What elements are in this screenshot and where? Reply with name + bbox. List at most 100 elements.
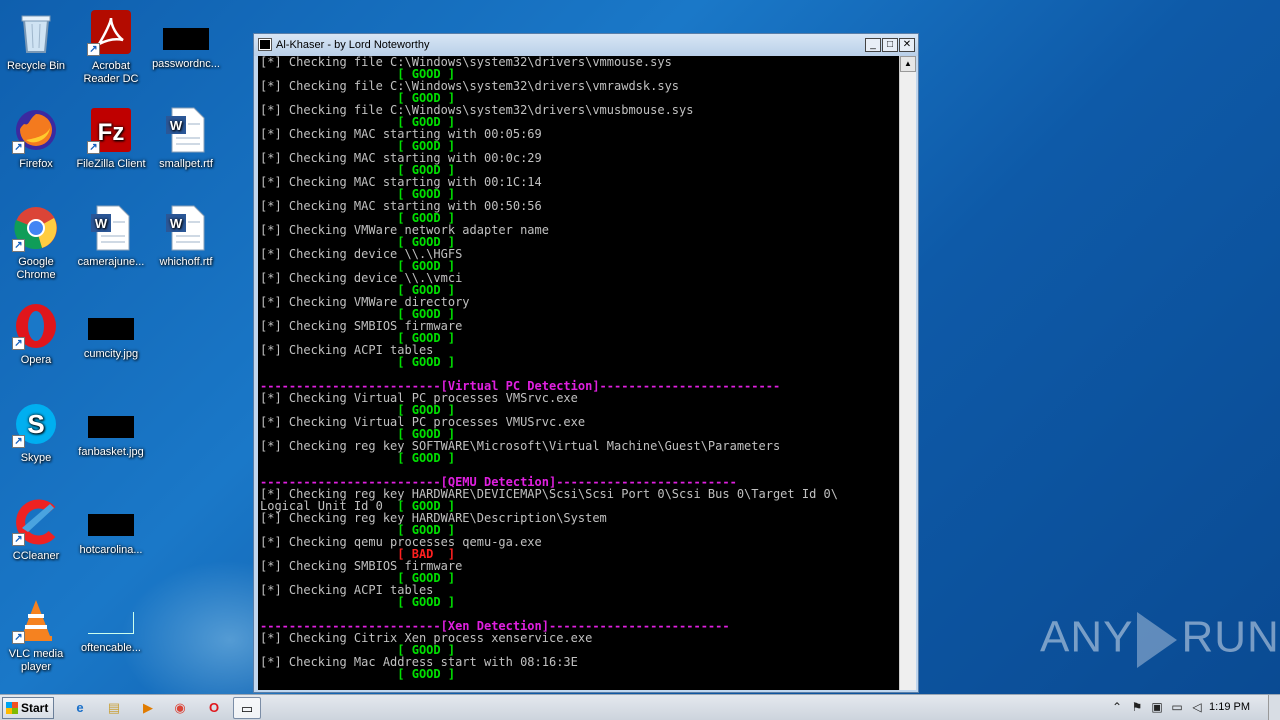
redacted-file-icon	[88, 318, 134, 340]
blank-file-icon	[88, 612, 134, 634]
taskbar-explorer-icon[interactable]: ▤	[100, 697, 128, 719]
chrome-icon: ↗	[12, 204, 60, 252]
taskbar: Start e ▤ ▶ ◉ O ▭ ⌃ ⚑ ▣ ▭ ◁ 1:19 PM	[0, 694, 1280, 720]
start-button[interactable]: Start	[2, 697, 54, 719]
volume-icon[interactable]: ◁	[1190, 700, 1204, 714]
word-doc-icon: W	[162, 106, 210, 154]
desktop-icon-acrobat[interactable]: ↗ Acrobat Reader DC	[73, 8, 149, 86]
vlc-icon: ↗	[12, 596, 60, 644]
shortcut-arrow-icon: ↗	[12, 337, 25, 350]
play-logo-icon	[1137, 612, 1178, 668]
desktop-icon-whichoff[interactable]: W whichoff.rtf	[148, 204, 224, 269]
recycle-bin-icon	[12, 8, 60, 56]
taskbar-opera-icon[interactable]: O	[200, 697, 228, 719]
desktop-icon-hotcarolina[interactable]: hotcarolina...	[73, 498, 149, 557]
desktop-icon-label: Google Chrome	[16, 256, 56, 281]
taskbar-chrome-icon[interactable]: ◉	[166, 697, 194, 719]
taskbar-media-player-icon[interactable]: ▶	[134, 697, 162, 719]
watermark-right: RUN	[1181, 612, 1280, 662]
windows-logo-icon	[6, 702, 18, 714]
desktop-icon-label: cumcity.jpg	[83, 348, 139, 360]
redacted-file-icon	[88, 514, 134, 536]
status-good: [ GOOD ]	[260, 667, 456, 681]
opera-icon: ↗	[12, 302, 60, 350]
desktop-icon-label: hotcarolina...	[79, 544, 143, 556]
ccleaner-icon: ↗	[12, 498, 60, 546]
desktop-icon-label: CCleaner	[12, 550, 60, 562]
filezilla-icon: Fz ↗	[87, 106, 135, 154]
status-good: [ GOOD ]	[260, 595, 456, 609]
taskbar-console-icon[interactable]: ▭	[233, 697, 261, 719]
scroll-up-arrow-icon[interactable]: ▲	[900, 56, 916, 72]
shortcut-arrow-icon: ↗	[12, 141, 25, 154]
desktop-icon-label: Acrobat Reader DC	[83, 60, 139, 85]
desktop-icon-label: FileZilla Client	[76, 158, 146, 170]
word-doc-icon: W	[87, 204, 135, 252]
window-title: Al-Khaser - by Lord Noteworthy	[276, 39, 430, 51]
taskbar-clock[interactable]: 1:19 PM	[1209, 701, 1250, 713]
desktop-icon-label: camerajune...	[77, 256, 145, 268]
desktop-icon-ccleaner[interactable]: ↗ CCleaner	[0, 498, 74, 563]
shortcut-arrow-icon: ↗	[12, 533, 25, 546]
minimize-button[interactable]: _	[865, 38, 881, 52]
desktop-icon-label: Skype	[20, 452, 52, 464]
anyrun-watermark: ANY RUN	[1040, 612, 1280, 668]
redacted-file-icon	[88, 416, 134, 438]
close-button[interactable]: ✕	[899, 38, 915, 52]
show-desktop-button[interactable]	[1268, 695, 1280, 720]
svg-text:W: W	[95, 216, 108, 231]
desktop-icon-skype[interactable]: S ↗ Skype	[0, 400, 74, 465]
desktop-icon-label: Firefox	[19, 158, 53, 170]
shortcut-arrow-icon: ↗	[12, 239, 25, 252]
desktop-icon-recycle-bin[interactable]: Recycle Bin	[0, 8, 74, 73]
desktop-icon-fanbasket[interactable]: fanbasket.jpg	[73, 400, 149, 459]
desktop-icon-label: passwordnc...	[152, 58, 220, 70]
firefox-icon: ↗	[12, 106, 60, 154]
maximize-button[interactable]: □	[882, 38, 898, 52]
desktop-icon-firefox[interactable]: ↗ Firefox	[0, 106, 74, 171]
skype-icon: S ↗	[12, 400, 60, 448]
console-output[interactable]: [*] Checking file C:\Windows\system32\dr…	[258, 56, 899, 690]
tray-expand-icon[interactable]: ⌃	[1110, 700, 1124, 714]
desktop-icon-vlc[interactable]: ↗ VLC media player	[0, 596, 74, 674]
action-center-flag-icon[interactable]: ⚑	[1130, 700, 1144, 714]
desktop-icon-filezilla[interactable]: Fz ↗ FileZilla Client	[73, 106, 149, 171]
network-icon[interactable]: ▣	[1150, 700, 1164, 714]
shortcut-arrow-icon: ↗	[87, 43, 100, 56]
display-icon[interactable]: ▭	[1170, 700, 1184, 714]
desktop-icon-label: oftencable...	[81, 642, 141, 654]
svg-text:W: W	[170, 118, 183, 133]
svg-text:W: W	[170, 216, 183, 231]
window-titlebar[interactable]: Al-Khaser - by Lord Noteworthy _ □ ✕	[254, 34, 918, 56]
status-good: [ GOOD ]	[260, 355, 456, 369]
redacted-file-icon	[163, 28, 209, 50]
desktop-icon-passwordnc[interactable]: passwordnc...	[148, 8, 224, 71]
shortcut-arrow-icon: ↗	[12, 435, 25, 448]
svg-text:Fz: Fz	[98, 119, 125, 146]
desktop-icon-opera[interactable]: ↗ Opera	[0, 302, 74, 367]
acrobat-icon: ↗	[87, 8, 135, 56]
console-scrollbar[interactable]: ▲	[899, 56, 916, 690]
start-label: Start	[21, 701, 49, 715]
console-window[interactable]: Al-Khaser - by Lord Noteworthy _ □ ✕ [*]…	[253, 33, 919, 693]
desktop-icon-label: VLC media player	[8, 648, 64, 673]
status-good: [ GOOD ]	[260, 451, 456, 465]
desktop-icon-smallpet[interactable]: W smallpet.rtf	[148, 106, 224, 171]
desktop-icon-cumcity[interactable]: cumcity.jpg	[73, 302, 149, 361]
desktop-icon-label: Recycle Bin	[6, 60, 66, 72]
desktop-icon-camerajune[interactable]: W camerajune...	[73, 204, 149, 269]
shortcut-arrow-icon: ↗	[12, 631, 25, 644]
taskbar-ie-icon[interactable]: e	[66, 697, 94, 719]
desktop-icon-chrome[interactable]: ↗ Google Chrome	[0, 204, 74, 282]
desktop-icon-label: Opera	[20, 354, 52, 366]
word-doc-icon: W	[162, 204, 210, 252]
desktop-icon-label: fanbasket.jpg	[78, 446, 144, 458]
watermark-left: ANY	[1040, 612, 1134, 662]
desktop-icon-label: whichoff.rtf	[159, 256, 213, 268]
desktop-icon-label: smallpet.rtf	[159, 158, 213, 170]
desktop-icon-oftencable[interactable]: oftencable...	[73, 596, 149, 655]
system-tray: ⌃ ⚑ ▣ ▭ ◁ 1:19 PM	[1104, 695, 1280, 720]
console-app-icon	[258, 38, 272, 51]
shortcut-arrow-icon: ↗	[87, 141, 100, 154]
svg-text:S: S	[27, 409, 44, 439]
